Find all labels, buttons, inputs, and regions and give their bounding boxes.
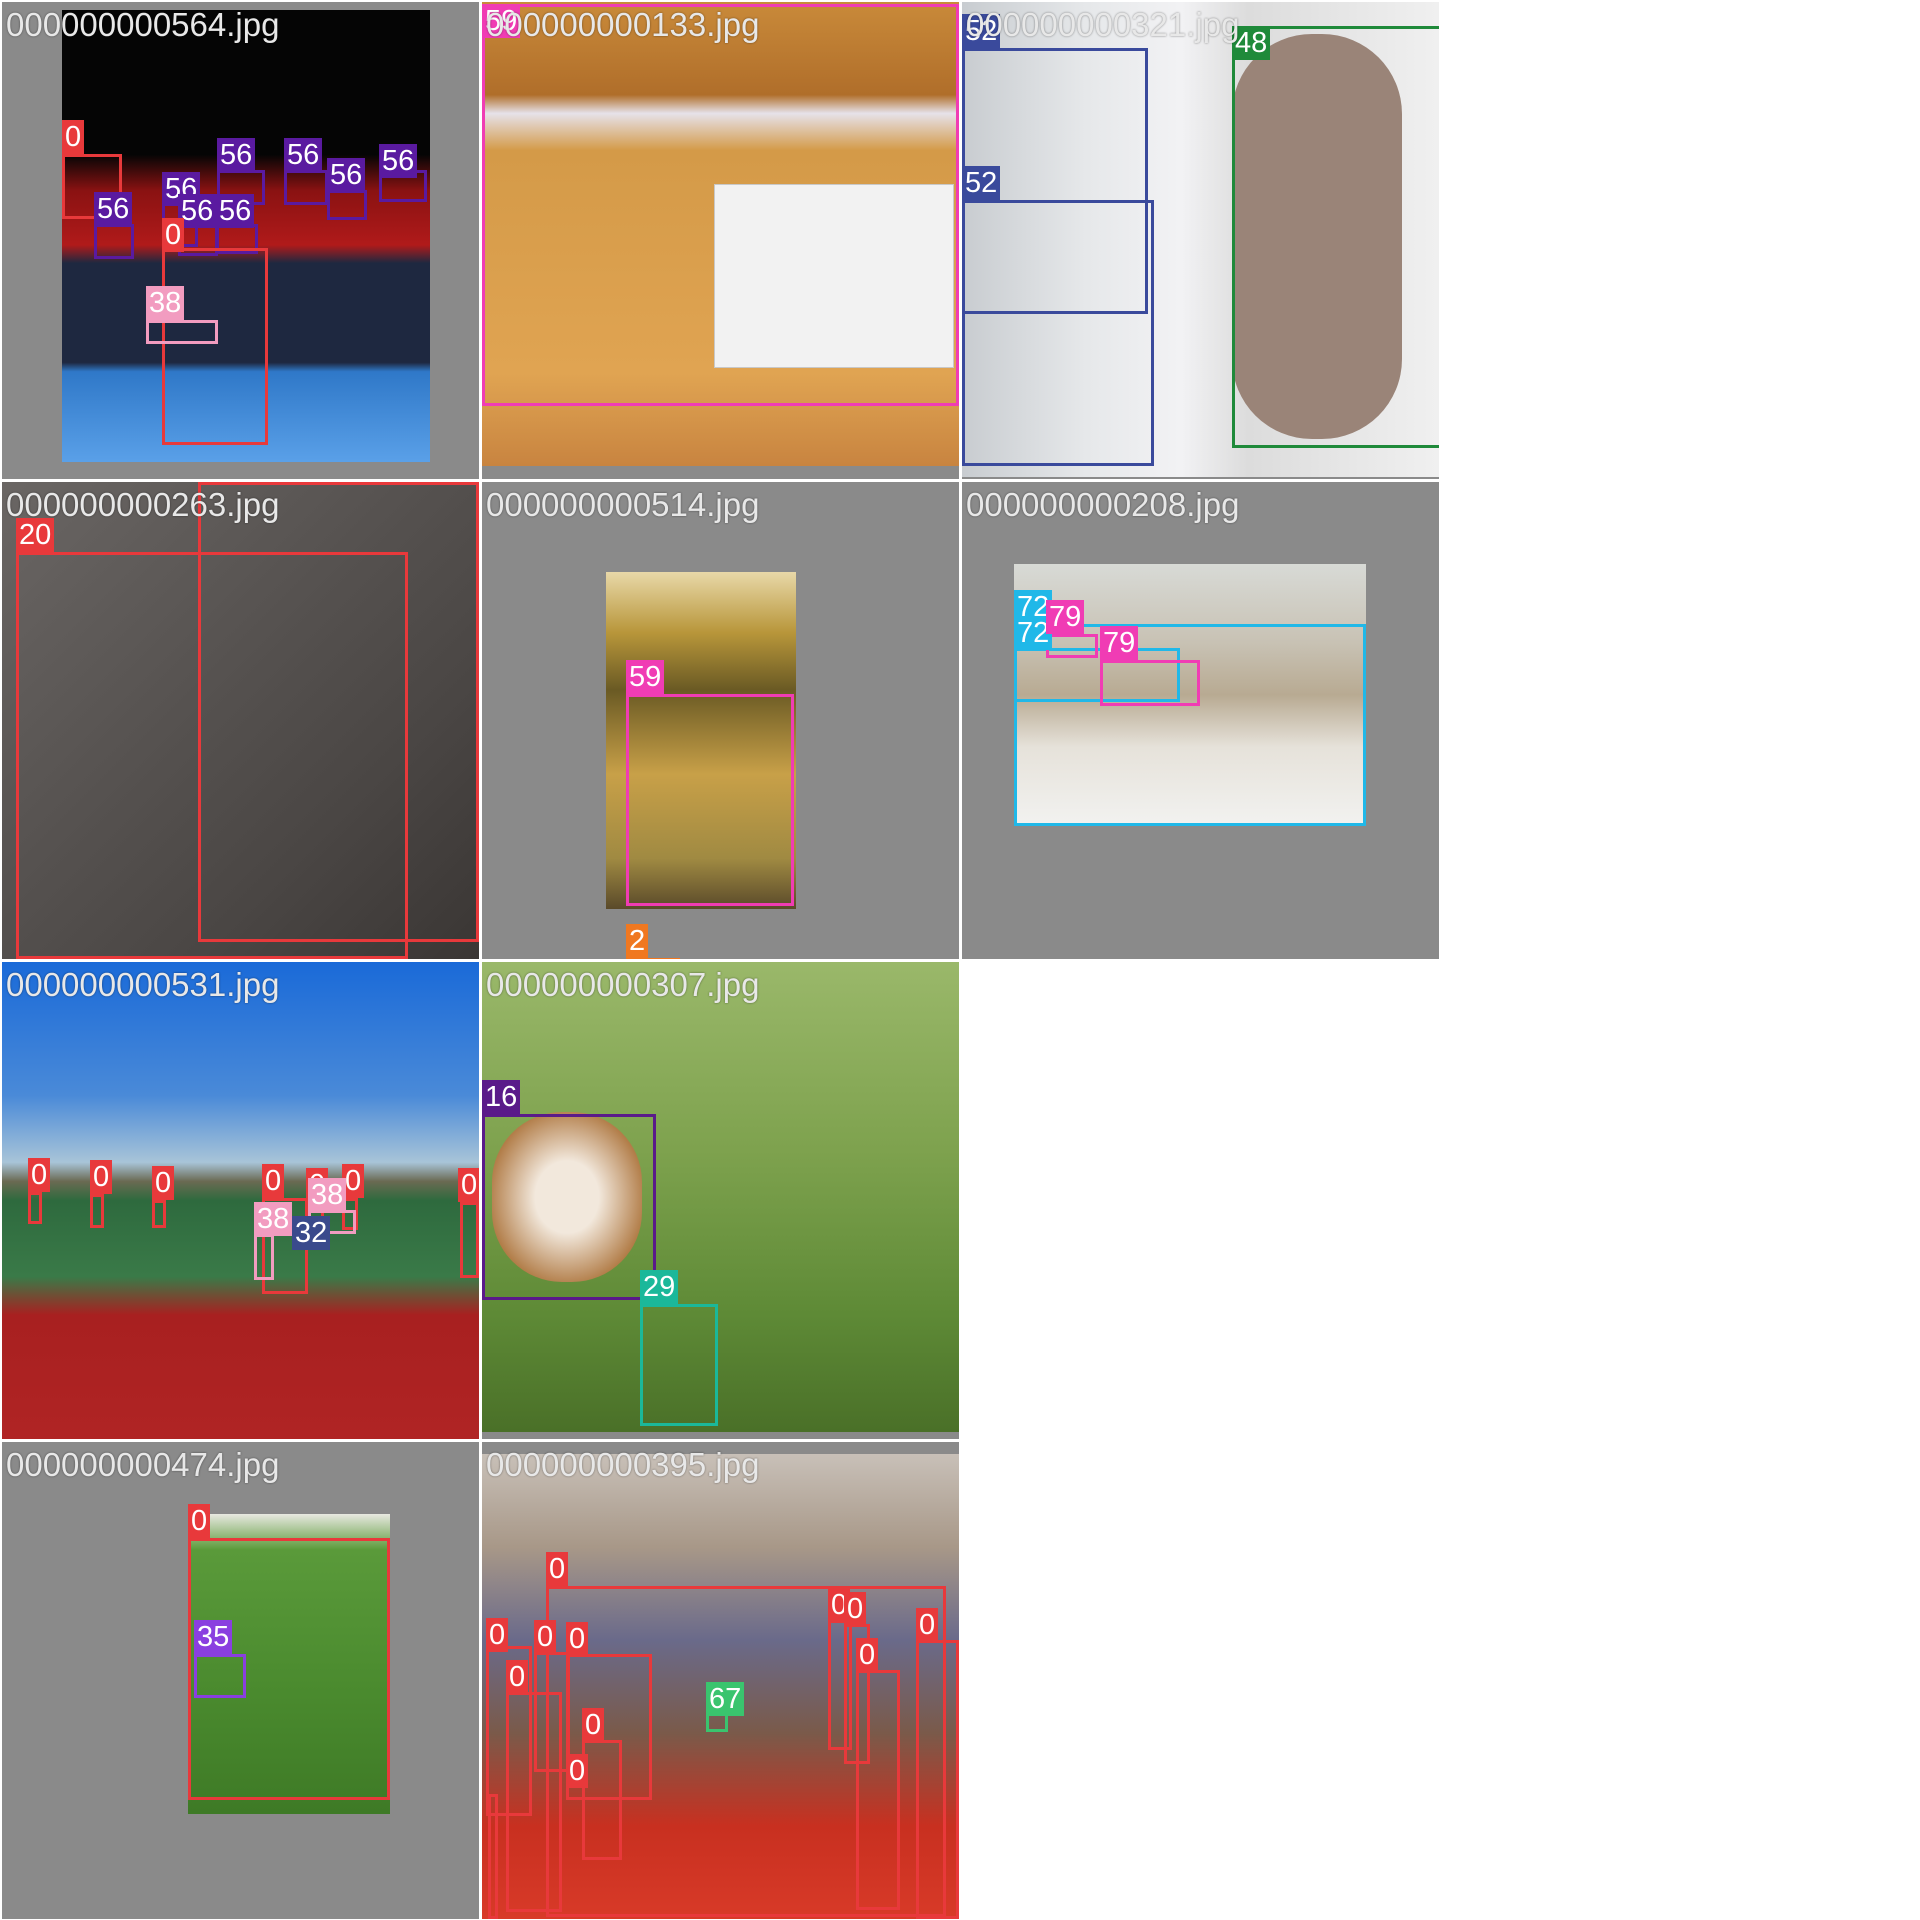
class-label: 56 bbox=[216, 194, 255, 228]
mosaic-tile: 000000000531.jpg 0 0 0 0 0 0 0 38 38 32 bbox=[2, 962, 479, 1439]
class-label: 2 bbox=[626, 924, 649, 958]
detection-box bbox=[488, 1794, 498, 1919]
mosaic-tile: 000000000474.jpg 0 35 bbox=[2, 1442, 479, 1919]
detection-box bbox=[94, 224, 134, 259]
class-label: 52 bbox=[962, 166, 1001, 200]
class-label: 0 bbox=[152, 1166, 175, 1200]
detection-box bbox=[16, 552, 408, 959]
mosaic-tile: 000000000514.jpg 59 2 bbox=[482, 482, 959, 959]
mosaic-tile: 000000000564.jpg 0 56 56 56 56 56 56 56 … bbox=[2, 2, 479, 479]
image-filename: 000000000208.jpg bbox=[966, 486, 1240, 523]
class-label: 38 bbox=[146, 286, 185, 320]
detection-box bbox=[626, 958, 680, 959]
image-filename: 000000000395.jpg bbox=[486, 1446, 760, 1483]
class-label: 0 bbox=[486, 1618, 509, 1652]
class-label: 0 bbox=[458, 1168, 479, 1202]
detection-box bbox=[327, 190, 367, 220]
class-label: 38 bbox=[308, 1178, 347, 1212]
mosaic-tile: 000000000321.jpg 52 52 48 bbox=[962, 2, 1439, 479]
image-filename: 000000000564.jpg bbox=[6, 6, 280, 43]
detection-box bbox=[482, 1114, 656, 1300]
class-label: 0 bbox=[90, 1160, 113, 1194]
class-label: 56 bbox=[379, 144, 418, 178]
detection-box bbox=[506, 1692, 562, 1912]
class-label: 0 bbox=[262, 1164, 285, 1198]
class-label: 0 bbox=[844, 1592, 867, 1626]
image-filename: 000000000531.jpg bbox=[6, 966, 280, 1003]
image-filename: 000000000321.jpg bbox=[966, 6, 1240, 43]
image-filename: 000000000263.jpg bbox=[6, 486, 280, 523]
class-label: 0 bbox=[62, 120, 85, 154]
detection-box bbox=[1100, 660, 1200, 706]
mosaic-tile: 000000000208.jpg 72 72 79 79 bbox=[962, 482, 1439, 959]
image-filename: 000000000474.jpg bbox=[6, 1446, 280, 1483]
mosaic-tile: 000000000263.jpg 20 20 bbox=[2, 482, 479, 959]
class-label: 32 bbox=[292, 1216, 331, 1250]
detection-box bbox=[916, 1640, 959, 1919]
mosaic-tile: 000000000133.jpg 59 bbox=[482, 2, 959, 479]
class-label: 0 bbox=[546, 1552, 569, 1586]
detection-box bbox=[1046, 634, 1098, 658]
detection-box bbox=[640, 1304, 718, 1426]
detection-box bbox=[194, 1654, 246, 1698]
class-label: 59 bbox=[626, 660, 665, 694]
detection-box bbox=[284, 170, 328, 205]
detection-box bbox=[962, 200, 1154, 466]
class-label: 56 bbox=[327, 158, 366, 192]
detection-box bbox=[482, 4, 959, 406]
image-filename: 000000000514.jpg bbox=[486, 486, 760, 523]
detection-box bbox=[856, 1670, 900, 1910]
detection-box bbox=[1232, 26, 1439, 448]
detection-box bbox=[152, 1200, 166, 1228]
detection-box bbox=[460, 1202, 479, 1278]
mosaic-tile: 000000000307.jpg 16 29 bbox=[482, 962, 959, 1439]
detection-box bbox=[626, 694, 794, 906]
class-label: 79 bbox=[1046, 600, 1085, 634]
class-label: 67 bbox=[706, 1682, 745, 1716]
detection-box bbox=[90, 1194, 104, 1228]
class-label: 0 bbox=[916, 1608, 939, 1642]
tennis-court-outdoor-photo bbox=[2, 962, 479, 1439]
detection-box bbox=[254, 1234, 274, 1280]
mosaic-tile: 000000000395.jpg 0 0 0 0 0 0 0 0 0 0 0 6… bbox=[482, 1442, 959, 1919]
class-label: 79 bbox=[1100, 626, 1139, 660]
class-label: 56 bbox=[217, 138, 256, 172]
class-label: 0 bbox=[506, 1660, 529, 1694]
class-label: 0 bbox=[188, 1504, 211, 1538]
class-label: 35 bbox=[194, 1620, 233, 1654]
detection-box bbox=[162, 248, 268, 445]
class-label: 0 bbox=[566, 1754, 589, 1788]
class-label: 0 bbox=[534, 1620, 557, 1654]
class-label: 38 bbox=[254, 1202, 293, 1236]
class-label: 56 bbox=[284, 138, 323, 172]
detection-box bbox=[28, 1192, 42, 1224]
class-label: 29 bbox=[640, 1270, 679, 1304]
class-label: 16 bbox=[482, 1080, 521, 1114]
image-filename: 000000000133.jpg bbox=[486, 6, 760, 43]
detection-box bbox=[146, 320, 218, 344]
class-label: 0 bbox=[28, 1158, 51, 1192]
class-label: 0 bbox=[162, 218, 185, 252]
class-label: 0 bbox=[582, 1708, 605, 1742]
image-filename: 000000000307.jpg bbox=[486, 966, 760, 1003]
class-label: 0 bbox=[856, 1638, 879, 1672]
class-label: 56 bbox=[94, 192, 133, 226]
class-label: 0 bbox=[566, 1622, 589, 1656]
